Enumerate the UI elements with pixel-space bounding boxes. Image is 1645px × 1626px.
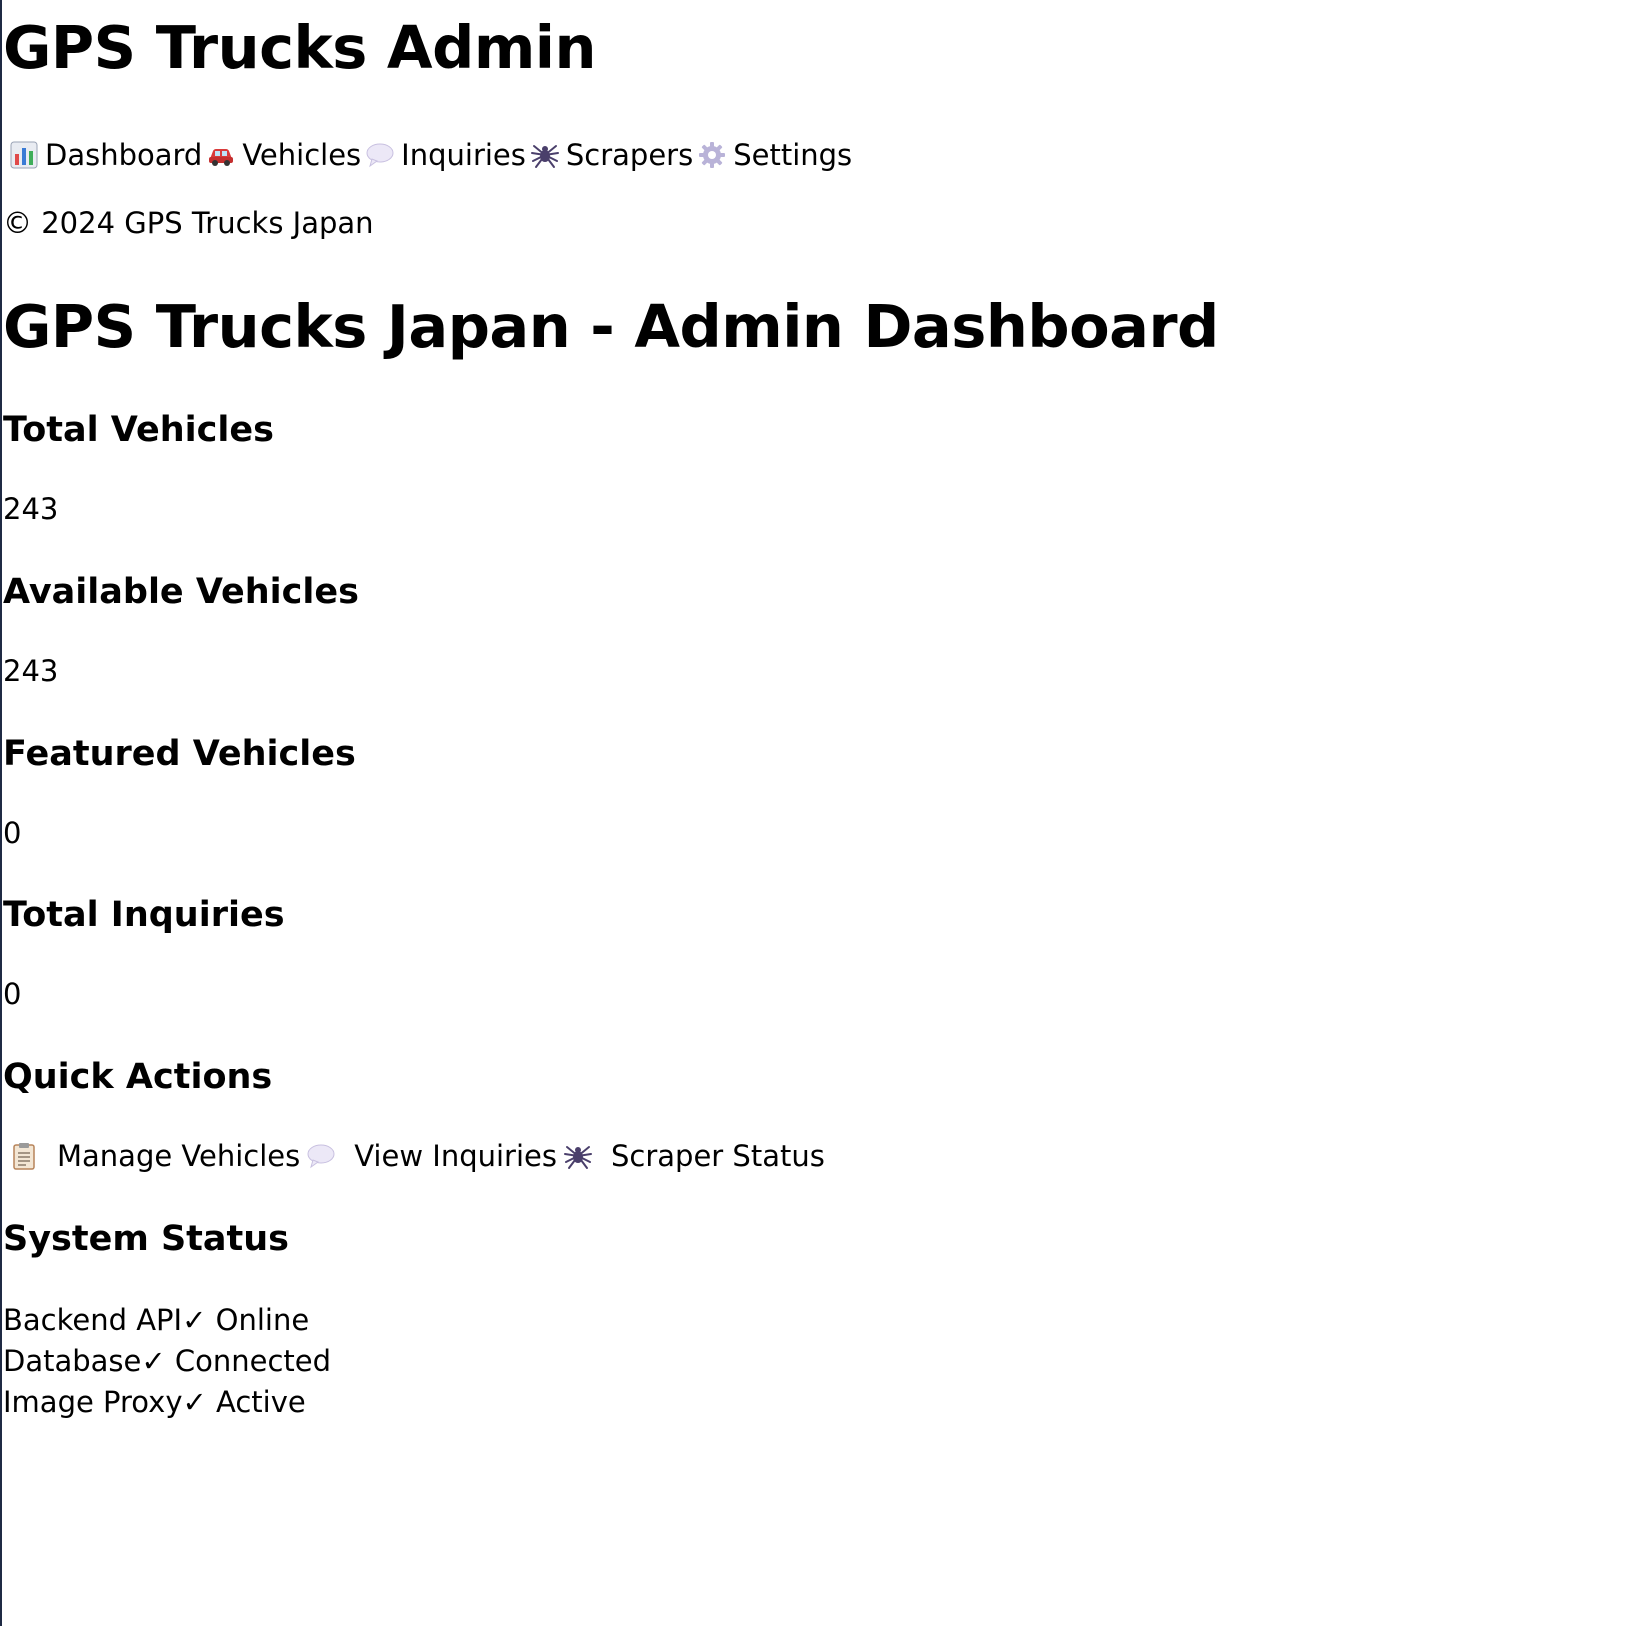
stat-value-featured-vehicles: 0	[3, 816, 22, 850]
main-nav: Dashboard Vehicles Inquiries Scrapers Se…	[7, 137, 854, 173]
nav-item-dashboard[interactable]: Dashboard	[7, 137, 202, 173]
status-name: Database	[3, 1344, 142, 1378]
quick-actions: Manage Vehicles View Inquiries Scraper S…	[7, 1138, 829, 1174]
clipboard-icon	[7, 1139, 41, 1173]
status-row-backend-api: Backend API✓ Online	[3, 1300, 331, 1341]
stat-heading-total-vehicles: Total Vehicles	[3, 410, 274, 450]
view-inquiries-label: View Inquiries	[354, 1139, 557, 1173]
speech-bubble-icon	[363, 138, 397, 172]
nav-item-settings[interactable]: Settings	[695, 137, 852, 173]
speech-bubble-icon	[304, 1139, 338, 1173]
stat-value-available-vehicles: 243	[3, 654, 59, 688]
nav-item-label: Dashboard	[45, 138, 203, 172]
stat-heading-available-vehicles: Available Vehicles	[3, 572, 359, 612]
status-value: ✓ Active	[182, 1385, 306, 1419]
bar-chart-icon	[7, 138, 41, 172]
status-name: Image Proxy	[3, 1385, 183, 1419]
nav-item-label: Settings	[733, 138, 853, 172]
manage-vehicles-label: Manage Vehicles	[57, 1139, 301, 1173]
scraper-status-link[interactable]: Scraper Status	[561, 1138, 825, 1174]
app-title: GPS Trucks Admin	[3, 13, 597, 82]
copyright-text: © 2024 GPS Trucks Japan	[3, 206, 374, 240]
quick-actions-heading: Quick Actions	[3, 1057, 273, 1097]
car-icon	[204, 138, 238, 172]
stat-heading-featured-vehicles: Featured Vehicles	[3, 734, 356, 774]
nav-item-label: Vehicles	[242, 138, 362, 172]
status-value: ✓ Connected	[141, 1344, 332, 1378]
stat-heading-total-inquiries: Total Inquiries	[3, 895, 285, 935]
status-row-image-proxy: Image Proxy✓ Active	[3, 1382, 331, 1423]
nav-item-scrapers[interactable]: Scrapers	[528, 137, 693, 173]
nav-item-label: Inquiries	[401, 138, 526, 172]
spider-icon	[561, 1139, 595, 1173]
scraper-status-label: Scraper Status	[610, 1139, 825, 1173]
stat-value-total-vehicles: 243	[3, 492, 59, 526]
dashboard-title: GPS Trucks Japan - Admin Dashboard	[3, 292, 1219, 361]
left-border	[0, 0, 2, 1626]
status-value: ✓ Online	[182, 1303, 310, 1337]
nav-item-inquiries[interactable]: Inquiries	[363, 137, 526, 173]
manage-vehicles-link[interactable]: Manage Vehicles	[7, 1138, 300, 1174]
system-status-list: Backend API✓ Online Database✓ Connected …	[3, 1300, 331, 1423]
nav-item-vehicles[interactable]: Vehicles	[204, 137, 361, 173]
view-inquiries-link[interactable]: View Inquiries	[304, 1138, 557, 1174]
stat-value-total-inquiries: 0	[3, 977, 22, 1011]
nav-item-label: Scrapers	[565, 138, 694, 172]
system-status-heading: System Status	[3, 1219, 290, 1259]
spider-icon	[528, 138, 562, 172]
status-row-database: Database✓ Connected	[3, 1341, 331, 1382]
status-name: Backend API	[3, 1303, 183, 1337]
gear-icon	[695, 138, 729, 172]
